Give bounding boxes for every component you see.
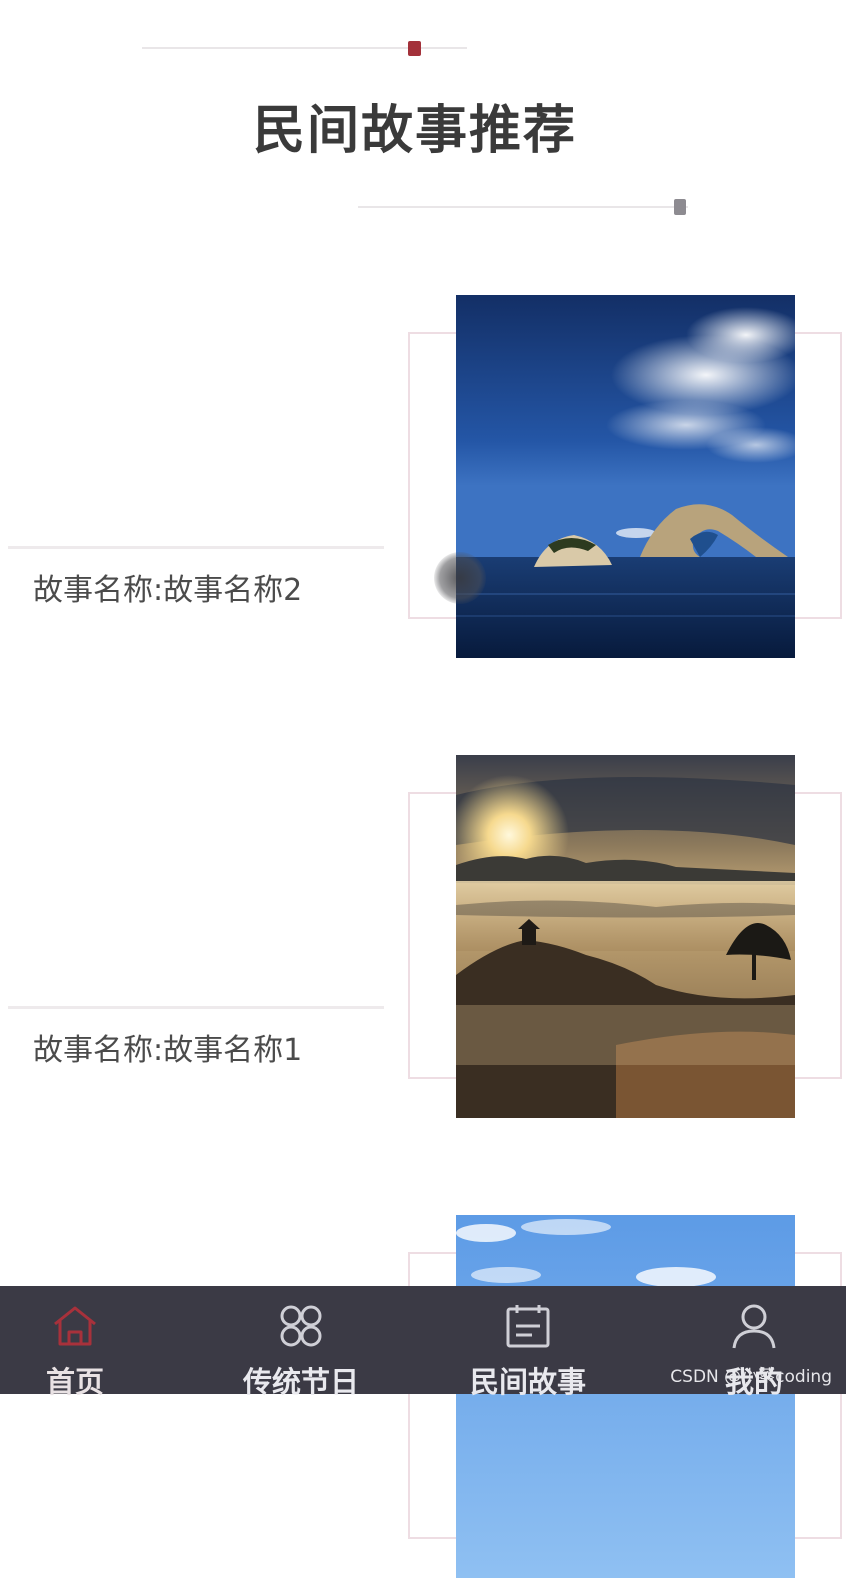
- story-card[interactable]: 故事名称:故事名称1: [0, 755, 846, 1119]
- section-title: 民间故事推荐: [252, 101, 577, 161]
- story-card[interactable]: 故事名称:故事名称2: [0, 295, 846, 659]
- user-icon: [728, 1300, 780, 1352]
- tab-folk-stories[interactable]: 民间故事: [428, 1286, 628, 1399]
- watermark: CSDN @小蔡coding: [670, 1367, 832, 1387]
- story-card-divider: [8, 1006, 384, 1009]
- story-name[interactable]: 故事名称:故事名称2: [33, 565, 302, 609]
- calendar-icon: [502, 1300, 554, 1352]
- tab-folk-stories-label: 民间故事: [469, 1365, 586, 1399]
- header-deco-line-bottom: [358, 206, 688, 208]
- story-name[interactable]: 故事名称:故事名称1: [33, 1025, 302, 1069]
- header-deco-dot-bottom: [674, 199, 686, 215]
- home-icon: [49, 1300, 101, 1352]
- tab-traditional-festivals[interactable]: 传统节日: [201, 1286, 401, 1399]
- header-deco-dot-top: [408, 41, 421, 56]
- tab-home[interactable]: 首页: [0, 1286, 175, 1399]
- clover-grid-icon: [275, 1300, 327, 1352]
- story-card-divider: [8, 546, 384, 549]
- tab-home-label: 首页: [45, 1365, 104, 1399]
- touch-indicator: [434, 552, 486, 604]
- story-image[interactable]: [456, 755, 795, 1118]
- story-image[interactable]: [456, 295, 795, 658]
- tab-traditional-festivals-label: 传统节日: [242, 1365, 359, 1399]
